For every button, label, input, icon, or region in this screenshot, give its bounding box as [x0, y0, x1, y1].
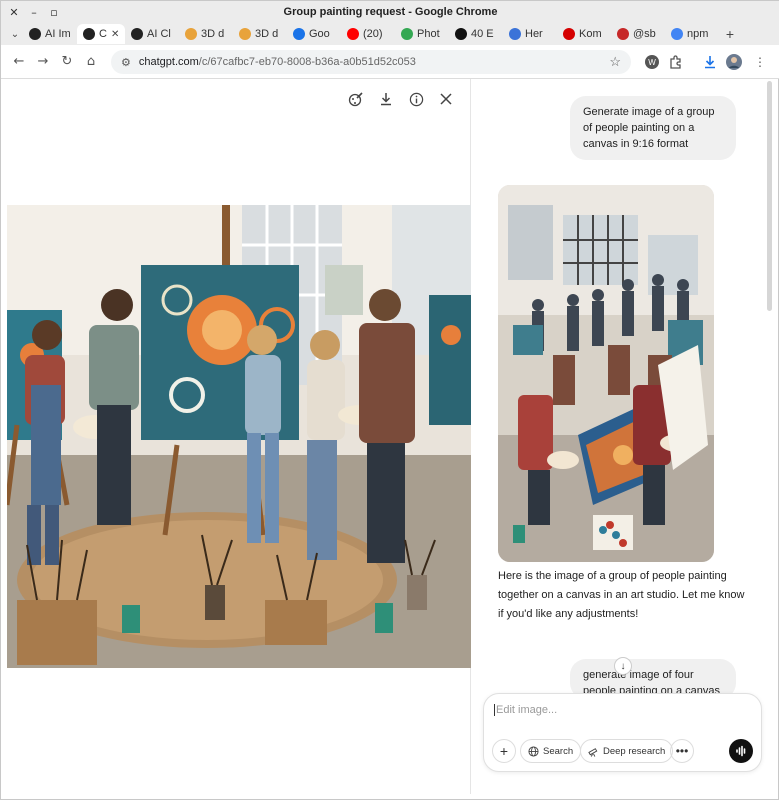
- address-host: chatgpt.com: [138, 56, 199, 68]
- bookmark-star-icon[interactable]: ☆: [609, 54, 621, 70]
- tab-label: 40 E: [471, 28, 494, 40]
- browser-window: ✕ – ▫ Group painting request - Google Ch…: [0, 0, 779, 800]
- edit-brush-icon[interactable]: [348, 91, 364, 107]
- deep-research-label: Deep research: [603, 745, 666, 757]
- site-info-icon[interactable]: ⚙: [121, 56, 131, 69]
- image-viewer: [7, 79, 471, 794]
- opera-icon: [563, 28, 575, 40]
- generated-image-large[interactable]: [7, 205, 471, 668]
- forward-icon[interactable]: →: [31, 54, 55, 69]
- address-bar[interactable]: ⚙ chatgpt.com/c/67cafbc7-eb70-8008-b36a-…: [111, 50, 631, 74]
- globe-icon: [528, 745, 539, 757]
- tab-label: (20): [363, 28, 383, 40]
- tab-label: npm: [687, 28, 709, 40]
- maximize-window-icon[interactable]: ▫: [49, 6, 59, 19]
- openai-icon: [29, 28, 41, 40]
- tab[interactable]: (20): [341, 24, 395, 44]
- tab[interactable]: 3D d: [233, 24, 287, 44]
- scroll-down-arrow-icon[interactable]: ↓: [614, 657, 632, 675]
- book-icon: [455, 28, 467, 40]
- tab-label: AI Im: [45, 28, 71, 40]
- tab-label: Phot: [417, 28, 440, 40]
- back-icon[interactable]: ←: [7, 54, 31, 69]
- tab-list-chevron-icon[interactable]: ⌄: [7, 29, 23, 40]
- tab-label: Her: [525, 28, 543, 40]
- tab[interactable]: npm: [665, 24, 719, 44]
- tab-list: AI Im C ✕ AI Cl 3D d 3D d Goo (20) Phot 40 E Her Ko…: [23, 24, 719, 44]
- tab-label: AI Cl: [147, 28, 171, 40]
- telescope-icon: [588, 747, 598, 757]
- extensions-puzzle-icon[interactable]: [665, 51, 687, 73]
- browser-menu-icon[interactable]: ⋮: [749, 51, 771, 73]
- youtube-icon: [347, 28, 359, 40]
- voice-wave-icon: [736, 745, 746, 757]
- tab[interactable]: AI Cl: [125, 24, 179, 44]
- assistant-reply: Here is the image of a group of people p…: [498, 570, 745, 620]
- close-window-icon[interactable]: ✕: [9, 6, 19, 19]
- tab[interactable]: Goo: [287, 24, 341, 44]
- openai-icon: [131, 28, 143, 40]
- grid-icon: [239, 28, 251, 40]
- tab-label: Goo: [309, 28, 330, 40]
- tab-strip: ⌄ AI Im C ✕ AI Cl 3D d 3D d Goo (20) Phot 40 E Her…: [1, 23, 779, 45]
- tab-label: @sb: [633, 28, 656, 40]
- profile-avatar[interactable]: [723, 51, 745, 73]
- more-tools-icon[interactable]: •••: [670, 739, 694, 763]
- calendar-icon: [293, 28, 305, 40]
- title-bar: ✕ – ▫ Group painting request - Google Ch…: [1, 1, 779, 23]
- chat-pane: Generate image of a group of people pain…: [472, 79, 773, 794]
- tab[interactable]: Her: [503, 24, 557, 44]
- chat-scrollbar[interactable]: [767, 81, 772, 311]
- search-button[interactable]: Search: [520, 739, 582, 763]
- tab-label: 3D d: [201, 28, 225, 40]
- voice-mode-button[interactable]: [729, 739, 753, 763]
- tab[interactable]: @sb: [611, 24, 665, 44]
- openai-icon: [83, 28, 95, 40]
- address-path: /c/67cafbc7-eb70-8008-b36a-a0b51d52c053: [198, 56, 416, 68]
- tab[interactable]: 3D d: [179, 24, 233, 44]
- tab[interactable]: C ✕: [77, 24, 125, 44]
- app-icon: [509, 28, 521, 40]
- edit-image-input[interactable]: Edit image...: [494, 704, 557, 716]
- window-controls: ✕ – ▫: [1, 6, 81, 19]
- pinwheel-icon: [401, 28, 413, 40]
- grid-icon: [185, 28, 197, 40]
- user-message-bubble: Generate image of a group of people pain…: [570, 96, 736, 160]
- message-composer: Edit image... + Search Deep research •••: [483, 693, 762, 772]
- close-viewer-icon[interactable]: [438, 91, 454, 107]
- download-image-icon[interactable]: [378, 91, 394, 107]
- close-tab-icon[interactable]: ✕: [111, 29, 119, 40]
- tab-label: Kom: [579, 28, 602, 40]
- minimize-window-icon[interactable]: –: [29, 6, 39, 19]
- info-icon[interactable]: [408, 91, 424, 107]
- viewer-toolbar: [348, 91, 454, 107]
- new-tab-button[interactable]: +: [719, 26, 741, 42]
- tab[interactable]: AI Im: [23, 24, 77, 44]
- extension-icon[interactable]: W: [641, 51, 663, 73]
- search-label: Search: [543, 745, 574, 757]
- window-title: Group painting request - Google Chrome: [283, 6, 498, 18]
- tab-label: 3D d: [255, 28, 279, 40]
- navigation-bar: ← → ↻ ⌂ ⚙ chatgpt.com/c/67cafbc7-eb70-80…: [1, 45, 779, 79]
- attach-plus-button[interactable]: +: [492, 739, 516, 763]
- google-icon: [671, 28, 683, 40]
- svg-text:W: W: [648, 58, 656, 67]
- square-icon: [617, 28, 629, 40]
- tab[interactable]: 40 E: [449, 24, 503, 44]
- tab-label: C: [99, 28, 107, 40]
- download-icon[interactable]: [699, 51, 721, 73]
- reload-icon[interactable]: ↻: [55, 54, 79, 69]
- tab[interactable]: Phot: [395, 24, 449, 44]
- generated-image-thumbnail[interactable]: [498, 185, 714, 562]
- deep-research-button[interactable]: Deep research: [580, 739, 674, 763]
- tab[interactable]: Kom: [557, 24, 611, 44]
- home-icon[interactable]: ⌂: [79, 54, 103, 69]
